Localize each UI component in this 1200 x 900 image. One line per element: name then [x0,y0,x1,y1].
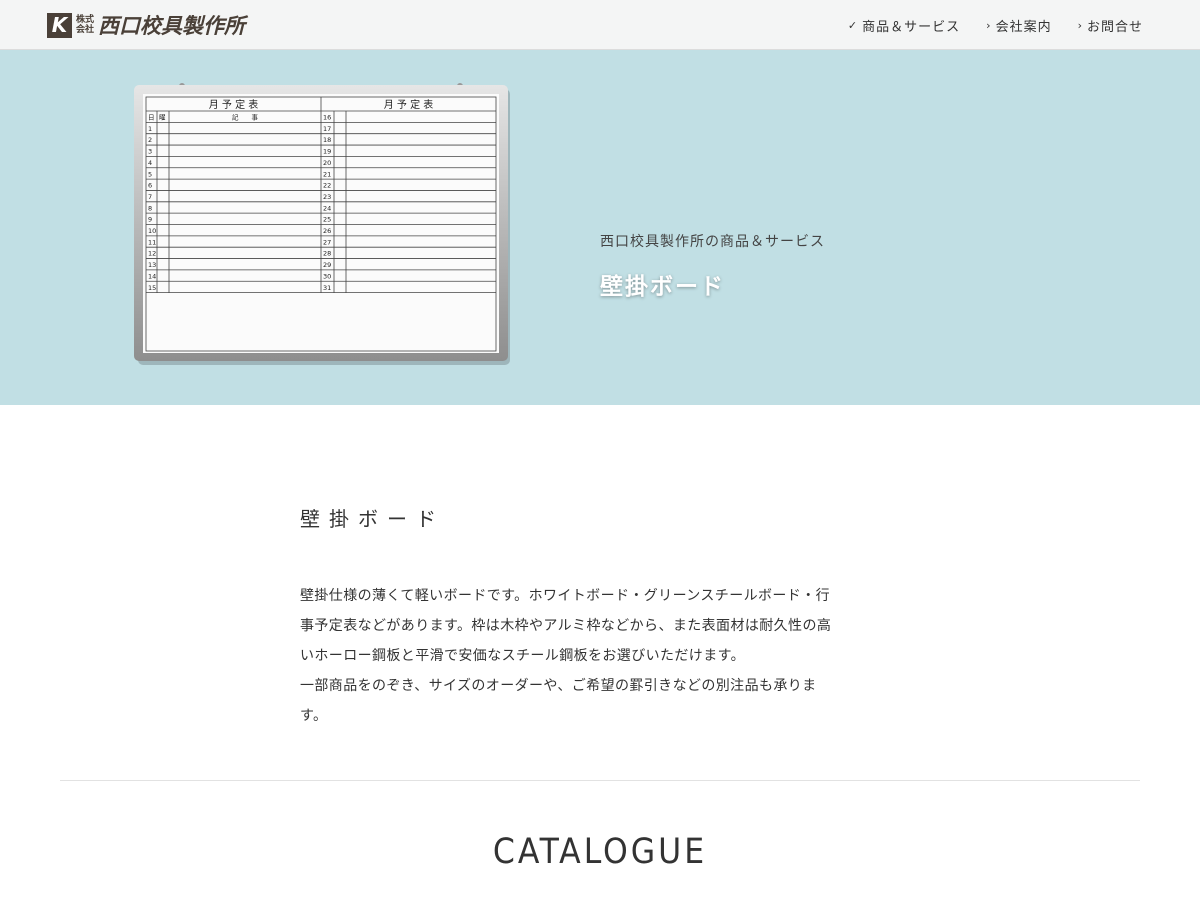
board-day-number: 3 [148,148,152,156]
board-day-number: 14 [148,272,156,280]
board-day-number: 6 [148,182,152,190]
hero-title: 壁掛ボード [600,273,725,300]
logo-type-line2: 会社 [76,25,95,35]
board-title-left: 月 予 定 表 [209,98,259,111]
board-title-right: 月 予 定 表 [384,98,434,111]
logo-company-type: 株式 会社 [76,15,94,35]
board-day-number: 10 [148,227,156,235]
board-day-number: 11 [148,238,156,246]
board-col-weekday: 曜 [159,114,166,122]
site-header: K 株式 会社 西口校具製作所 ✓ 商品＆サービス › 会社案内 › お問合せ [0,0,1200,50]
board-col-note: 記 事 [232,113,259,122]
description-line: す。 [300,708,328,724]
nav-item-label: 会社案内 [995,19,1052,35]
board-day-number: 23 [323,193,331,201]
nav-item-products[interactable]: ✓ 商品＆サービス [848,16,960,35]
board-day-number: 2 [148,136,152,144]
board-day-number: 8 [148,204,152,212]
board-day-number: 18 [323,136,331,144]
nav-item-label: 商品＆サービス [862,19,961,35]
board-day-number: 21 [323,170,331,178]
description-line: 事予定表などがあります。枠は木枠やアルミ枠などから、また表面材は耐久性の高 [300,618,832,634]
board-day-number: 9 [148,216,152,224]
catalogue-heading: CATALOGUE [492,832,708,872]
board-day-number: 20 [323,159,331,167]
check-icon: ✓ [847,18,859,32]
board-day-number: 5 [148,170,152,178]
board-col-day: 日 [148,114,155,122]
chevron-right-icon: › [1077,18,1083,32]
chevron-right-icon: › [986,18,992,32]
board-day-number: 4 [148,159,152,167]
nav-item-contact[interactable]: › お問合せ [1078,16,1143,35]
logo-type-line1: 株式 [76,15,95,25]
board-day-number: 27 [323,238,331,246]
hero-banner: 月 予 定 表月 予 定 表日曜記 事 1 2 3 4 5 6 7 8 9 10 11 12 13 14 15… [0,50,1200,405]
board-day-number: 16 [323,114,331,122]
schedule-board-image: 月 予 定 表月 予 定 表日曜記 事123456789101112131415… [134,83,510,365]
board-day-number: 30 [323,272,331,280]
description-line: いホーロー鋼板と平滑で安価なスチール鋼板をお選びいただけます。 [300,648,745,664]
logo-company-name: 西口校具製作所 [98,13,246,38]
board-day-number: 19 [323,148,331,156]
board-day-number: 25 [323,216,331,224]
board-day-number: 29 [323,261,331,269]
board-day-number: 15 [148,284,156,292]
board-day-number: 1 [148,125,152,133]
section-divider [60,780,1140,781]
board-day-number: 28 [323,250,331,258]
board-day-number: 17 [323,125,331,133]
description-line: 一部商品をのぞき、サイズのオーダーや、ご希望の罫引きなどの別注品も承りま [300,678,817,694]
hero-subtitle: 西口校具製作所の商品＆サービス [600,234,825,250]
board-day-number: 24 [323,204,331,212]
section-title: 壁掛ボード [300,507,445,531]
nav-item-label: お問合せ [1086,19,1143,35]
board-day-number: 22 [323,182,331,190]
nav-item-company[interactable]: › 会社案内 [986,16,1051,35]
board-day-number: 26 [323,227,331,235]
main-nav: ✓ 商品＆サービス › 会社案内 › お問合せ [822,0,1143,50]
product-description: 壁掛仕様の薄くて軽いボードです。ホワイトボード・グリーンスチールボード・行 事予… [300,581,900,731]
logo-mark: K [47,12,72,38]
company-logo[interactable]: K 株式 会社 西口校具製作所 [47,11,245,39]
description-line: 壁掛仕様の薄くて軽いボードです。ホワイトボード・グリーンスチールボード・行 [300,588,830,604]
board-day-number: 12 [148,250,156,258]
board-day-number: 7 [148,193,152,201]
board-day-number: 13 [148,261,156,269]
board-day-number: 31 [323,284,331,292]
